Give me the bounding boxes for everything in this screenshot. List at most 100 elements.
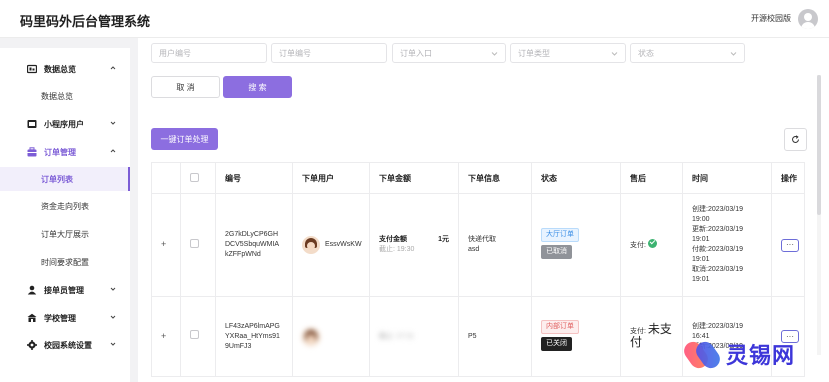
chevron-down-icon [110, 287, 116, 291]
after-sale-cell: 支付: 未支付 [620, 296, 683, 377]
column-header: 下单金额 [369, 162, 459, 194]
status-badge: 已取消 [541, 245, 572, 259]
column-header: 下单用户 [292, 162, 370, 194]
expand-cell: + [151, 193, 181, 297]
table-row: + 2G7kDLyCP6GH DCV5SbquWMIA kZFFpWNd Ess… [151, 193, 805, 297]
user-avatar [302, 327, 320, 346]
sidebar-group-label: 接单员管理 [44, 285, 84, 295]
status-badge: 已关闭 [541, 336, 572, 351]
batch-process-button[interactable]: 一键订单处理 [151, 128, 218, 150]
sidebar-group-label: 校园系统设置 [44, 340, 92, 350]
expand-icon[interactable]: + [161, 331, 166, 341]
status-cell: 内部订单 已关闭 [531, 296, 621, 377]
top-bar: 码里码外后台管理系统 开源校园版 [0, 0, 829, 38]
scrollbar-thumb[interactable] [817, 75, 821, 215]
order-source-tag: 内部订单 [541, 319, 579, 334]
briefcase-icon [27, 147, 37, 157]
row-checkbox[interactable] [190, 238, 199, 248]
chevron-down-icon [491, 52, 498, 56]
chart-icon [27, 64, 37, 74]
user-avatar [302, 236, 320, 254]
status-select[interactable]: 状态 [630, 43, 745, 63]
avatar[interactable] [798, 9, 818, 29]
user-cell [292, 296, 370, 377]
table-header-row: 编号 下单用户 下单金额 下单信息 状态 售后 时间 操作 [151, 162, 805, 194]
sidebar-group-label: 学校管理 [44, 313, 76, 323]
expand-header [151, 162, 181, 194]
after-sale-cell: 支付: [620, 193, 683, 297]
order-info-cell: P5 [458, 296, 532, 377]
chevron-up-icon [110, 66, 116, 70]
school-icon [27, 313, 37, 323]
amount-cell: 截止: 17:11 [369, 296, 459, 377]
time-cell: 创建:2023/03/19 19:00 更新:2023/03/19 19:01 … [682, 193, 772, 297]
amount-cell: 支付金额 1元 截止: 19:30 [369, 193, 459, 297]
app-title: 码里码外后台管理系统 [20, 14, 151, 29]
chevron-down-icon [110, 121, 116, 125]
column-header: 下单信息 [458, 162, 532, 194]
actions-cell: ··· [771, 193, 805, 297]
sidebar-item-time-config[interactable]: 时间要求配置 [0, 250, 130, 274]
chevron-up-icon [110, 149, 116, 153]
order-type-select[interactable]: 订单类型 [510, 43, 626, 63]
refresh-button[interactable] [784, 128, 807, 151]
sidebar-group-schools[interactable]: 学校管理 [0, 306, 130, 330]
unpaid-label: 未支付 [630, 321, 672, 349]
refresh-icon [792, 135, 799, 143]
column-header: 售后 [620, 162, 683, 194]
select-all-header [180, 162, 216, 194]
sidebar-group-label: 订单管理 [44, 147, 76, 157]
chevron-down-icon [110, 342, 116, 346]
order-no-input[interactable]: 订单编号 [271, 43, 387, 63]
status-cell: 大厅订单 已取消 [531, 193, 621, 297]
cancel-button[interactable]: 取 消 [151, 76, 220, 98]
sidebar-item-overview[interactable]: 数据总览 [0, 84, 130, 108]
sidebar-item-fund-flow[interactable]: 资金走向列表 [0, 194, 130, 218]
sidebar: 数据总览 数据总览 小程序用户 订单管理 订单列表 资金走向列表 订单大厅展示 … [0, 48, 130, 382]
sidebar-group-campus-settings[interactable]: 校园系统设置 [0, 333, 130, 357]
select-cell [180, 296, 216, 377]
edition-label[interactable]: 开源校园版 [751, 13, 791, 24]
column-header: 编号 [215, 162, 293, 194]
order-info-cell: 快递代取 asd [458, 193, 532, 297]
order-id-cell: 2G7kDLyCP6GH DCV5SbquWMIA kZFFpWNd [215, 193, 293, 297]
sidebar-group-miniapp-users[interactable]: 小程序用户 [0, 112, 130, 136]
sidebar-group-couriers[interactable]: 接单员管理 [0, 278, 130, 302]
sidebar-group-orders[interactable]: 订单管理 [0, 140, 130, 164]
select-all-checkbox[interactable] [190, 172, 199, 182]
amount-label: 支付金额 [379, 236, 407, 243]
expand-icon[interactable]: + [161, 239, 166, 249]
column-header: 时间 [682, 162, 772, 194]
column-header: 操作 [771, 162, 805, 194]
order-source-tag: 大厅订单 [541, 228, 579, 242]
deadline: 截止: 19:30 [379, 246, 415, 253]
expand-cell: + [151, 296, 181, 377]
amount-value: 1元 [438, 236, 449, 243]
sidebar-group-label: 小程序用户 [44, 119, 84, 129]
chevron-down-icon [110, 315, 116, 319]
user-name: EssvWsKW [325, 241, 362, 248]
user-no-input[interactable]: 用户编号 [151, 43, 267, 63]
user-cell: EssvWsKW [292, 193, 370, 297]
order-id-cell: LF43zAP6lmAPG YXRaa_HtYms91 9UmFJ3 [215, 296, 293, 377]
person-icon [27, 285, 37, 295]
user-icon [27, 119, 37, 129]
search-button[interactable]: 搜 索 [223, 76, 292, 98]
more-actions-button[interactable]: ··· [781, 238, 799, 252]
check-circle-icon [647, 239, 657, 248]
sidebar-item-order-hall[interactable]: 订单大厅展示 [0, 222, 130, 246]
sidebar-item-order-list[interactable]: 订单列表 [0, 167, 130, 191]
watermark-logo-icon [684, 341, 720, 369]
watermark-text: 灵锡网 [726, 344, 796, 369]
gear-icon [27, 340, 37, 350]
watermark: 灵锡网 [684, 329, 829, 379]
order-entry-select[interactable]: 订单入口 [392, 43, 506, 63]
sidebar-group-dashboard[interactable]: 数据总览 [0, 57, 130, 81]
deadline: 截止: 17:11 [379, 332, 414, 340]
chevron-down-icon [611, 52, 618, 56]
row-checkbox[interactable] [190, 330, 199, 339]
chevron-down-icon [730, 52, 737, 56]
column-header: 状态 [531, 162, 621, 194]
select-cell [180, 193, 216, 297]
sidebar-group-label: 数据总览 [44, 64, 76, 74]
